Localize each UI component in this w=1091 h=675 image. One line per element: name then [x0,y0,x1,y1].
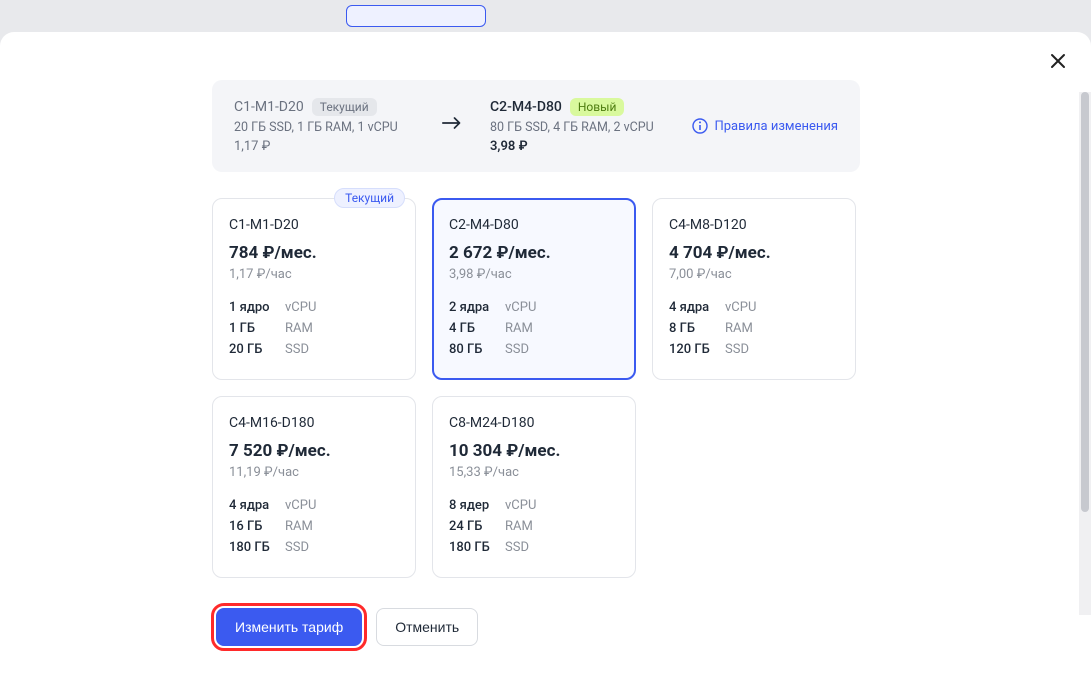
spec-row: 180 ГБ SSD [449,540,619,555]
current-chip: Текущий [334,188,405,208]
spec-row: 8 ГБ RAM [669,321,839,336]
summary-current-specs: 20 ГБ SSD, 1 ГБ RAM, 1 vCPU [234,120,414,135]
spec-value: 4 ядра [229,498,277,513]
summary-new: C2-M4-D80 Новый 80 ГБ SSD, 4 ГБ RAM, 2 v… [490,98,670,154]
spec-value: 20 ГБ [229,342,277,357]
spec-value: 180 ГБ [449,540,497,555]
summary-new-specs: 80 ГБ SSD, 4 ГБ RAM, 2 vCPU [490,120,670,135]
spec-label: vCPU [285,300,316,315]
spec-value: 1 ядро [229,300,277,315]
plan-hour-price: 15,33 ₽/час [449,465,619,480]
spec-value: 4 ГБ [449,321,497,336]
spec-row: 2 ядра vCPU [449,300,619,315]
change-rules-label: Правила изменения [714,119,838,134]
summary-new-name: C2-M4-D80 [490,99,562,115]
change-tariff-modal: C1-M1-D20 Текущий 20 ГБ SSD, 1 ГБ RAM, 1… [0,32,1091,675]
cancel-button[interactable]: Отменить [376,608,478,646]
plan-month-price: 4 704 ₽/мес. [669,243,839,263]
spec-row: 80 ГБ SSD [449,342,619,357]
spec-label: SSD [285,342,309,357]
spec-value: 16 ГБ [229,519,277,534]
spec-row: 1 ядро vCPU [229,300,399,315]
spec-value: 120 ГБ [669,342,717,357]
info-icon [692,118,708,134]
spec-label: SSD [285,540,309,555]
change-rules-link[interactable]: Правила изменения [692,118,838,134]
spec-label: SSD [725,342,749,357]
spec-label: vCPU [505,300,536,315]
plan-card[interactable]: ТекущийC1-M1-D20784 ₽/мес.1,17 ₽/час1 яд… [212,198,416,380]
close-icon [1050,53,1066,69]
spec-label: RAM [285,519,313,534]
summary-current: C1-M1-D20 Текущий 20 ГБ SSD, 1 ГБ RAM, 1… [234,98,414,154]
spec-row: 1 ГБ RAM [229,321,399,336]
summary-current-name: C1-M1-D20 [234,99,304,115]
scrollbar-thumb[interactable] [1081,92,1089,512]
summary-new-price: 3,98 ₽ [490,139,670,154]
tariff-summary: C1-M1-D20 Текущий 20 ГБ SSD, 1 ГБ RAM, 1… [212,80,860,172]
plan-month-price: 2 672 ₽/мес. [449,243,619,263]
plan-name: C8-M24-D180 [449,415,619,431]
spec-row: 24 ГБ RAM [449,519,619,534]
spec-label: vCPU [725,300,756,315]
summary-current-badge: Текущий [312,98,377,116]
plan-name: C2-M4-D80 [449,217,619,233]
spec-row: 120 ГБ SSD [669,342,839,357]
spec-row: 180 ГБ SSD [229,540,399,555]
spec-label: vCPU [285,498,316,513]
spec-label: SSD [505,540,529,555]
spec-value: 24 ГБ [449,519,497,534]
plan-name: C1-M1-D20 [229,217,399,233]
plan-hour-price: 1,17 ₽/час [229,267,399,282]
spec-label: SSD [505,342,529,357]
plan-card[interactable]: C8-M24-D180 10 304 ₽/мес. 15,33 ₽/час 8 яде… [432,396,636,578]
plan-hour-price: 7,00 ₽/час [669,267,839,282]
plan-name: C4-M8-D120 [669,217,839,233]
spec-value: 2 ядра [449,300,497,315]
spec-value: 8 ядер [449,498,497,513]
spec-row: 4 ядра vCPU [229,498,399,513]
plan-month-price: 10 304 ₽/мес. [449,441,619,461]
spec-value: 8 ГБ [669,321,717,336]
spec-label: RAM [505,321,533,336]
summary-new-badge: Новый [570,98,625,116]
spec-row: 16 ГБ RAM [229,519,399,534]
plan-hour-price: 3,98 ₽/час [449,267,619,282]
spec-value: 80 ГБ [449,342,497,357]
spec-label: RAM [725,321,753,336]
plan-hour-price: 11,19 ₽/час [229,465,399,480]
spec-row: 4 ГБ RAM [449,321,619,336]
scrollbar[interactable] [1079,92,1091,615]
spec-value: 1 ГБ [229,321,277,336]
spec-label: RAM [285,321,313,336]
spec-row: 20 ГБ SSD [229,342,399,357]
plan-card[interactable]: C4-M8-D120 4 704 ₽/мес. 7,00 ₽/час 4 ядра vC… [652,198,856,380]
plan-name: C4-M16-D180 [229,415,399,431]
spec-label: RAM [505,519,533,534]
plan-month-price: 7 520 ₽/мес. [229,441,399,461]
spec-row: 4 ядра vCPU [669,300,839,315]
spec-row: 8 ядер vCPU [449,498,619,513]
spec-value: 180 ГБ [229,540,277,555]
spec-value: 4 ядра [669,300,717,315]
summary-current-price: 1,17 ₽ [234,139,414,154]
plan-grid: ТекущийC1-M1-D20784 ₽/мес.1,17 ₽/час1 яд… [212,198,860,578]
plan-card[interactable]: C2-M4-D80 2 672 ₽/мес. 3,98 ₽/час 2 ядра vCP… [432,198,636,380]
arrow-right-icon [442,116,462,134]
close-button[interactable] [1047,50,1069,72]
change-tariff-button[interactable]: Изменить тариф [216,608,362,646]
spec-label: vCPU [505,498,536,513]
plan-card[interactable]: C4-M16-D180 7 520 ₽/мес. 11,19 ₽/час 4 ядра… [212,396,416,578]
plan-month-price: 784 ₽/мес. [229,243,399,263]
